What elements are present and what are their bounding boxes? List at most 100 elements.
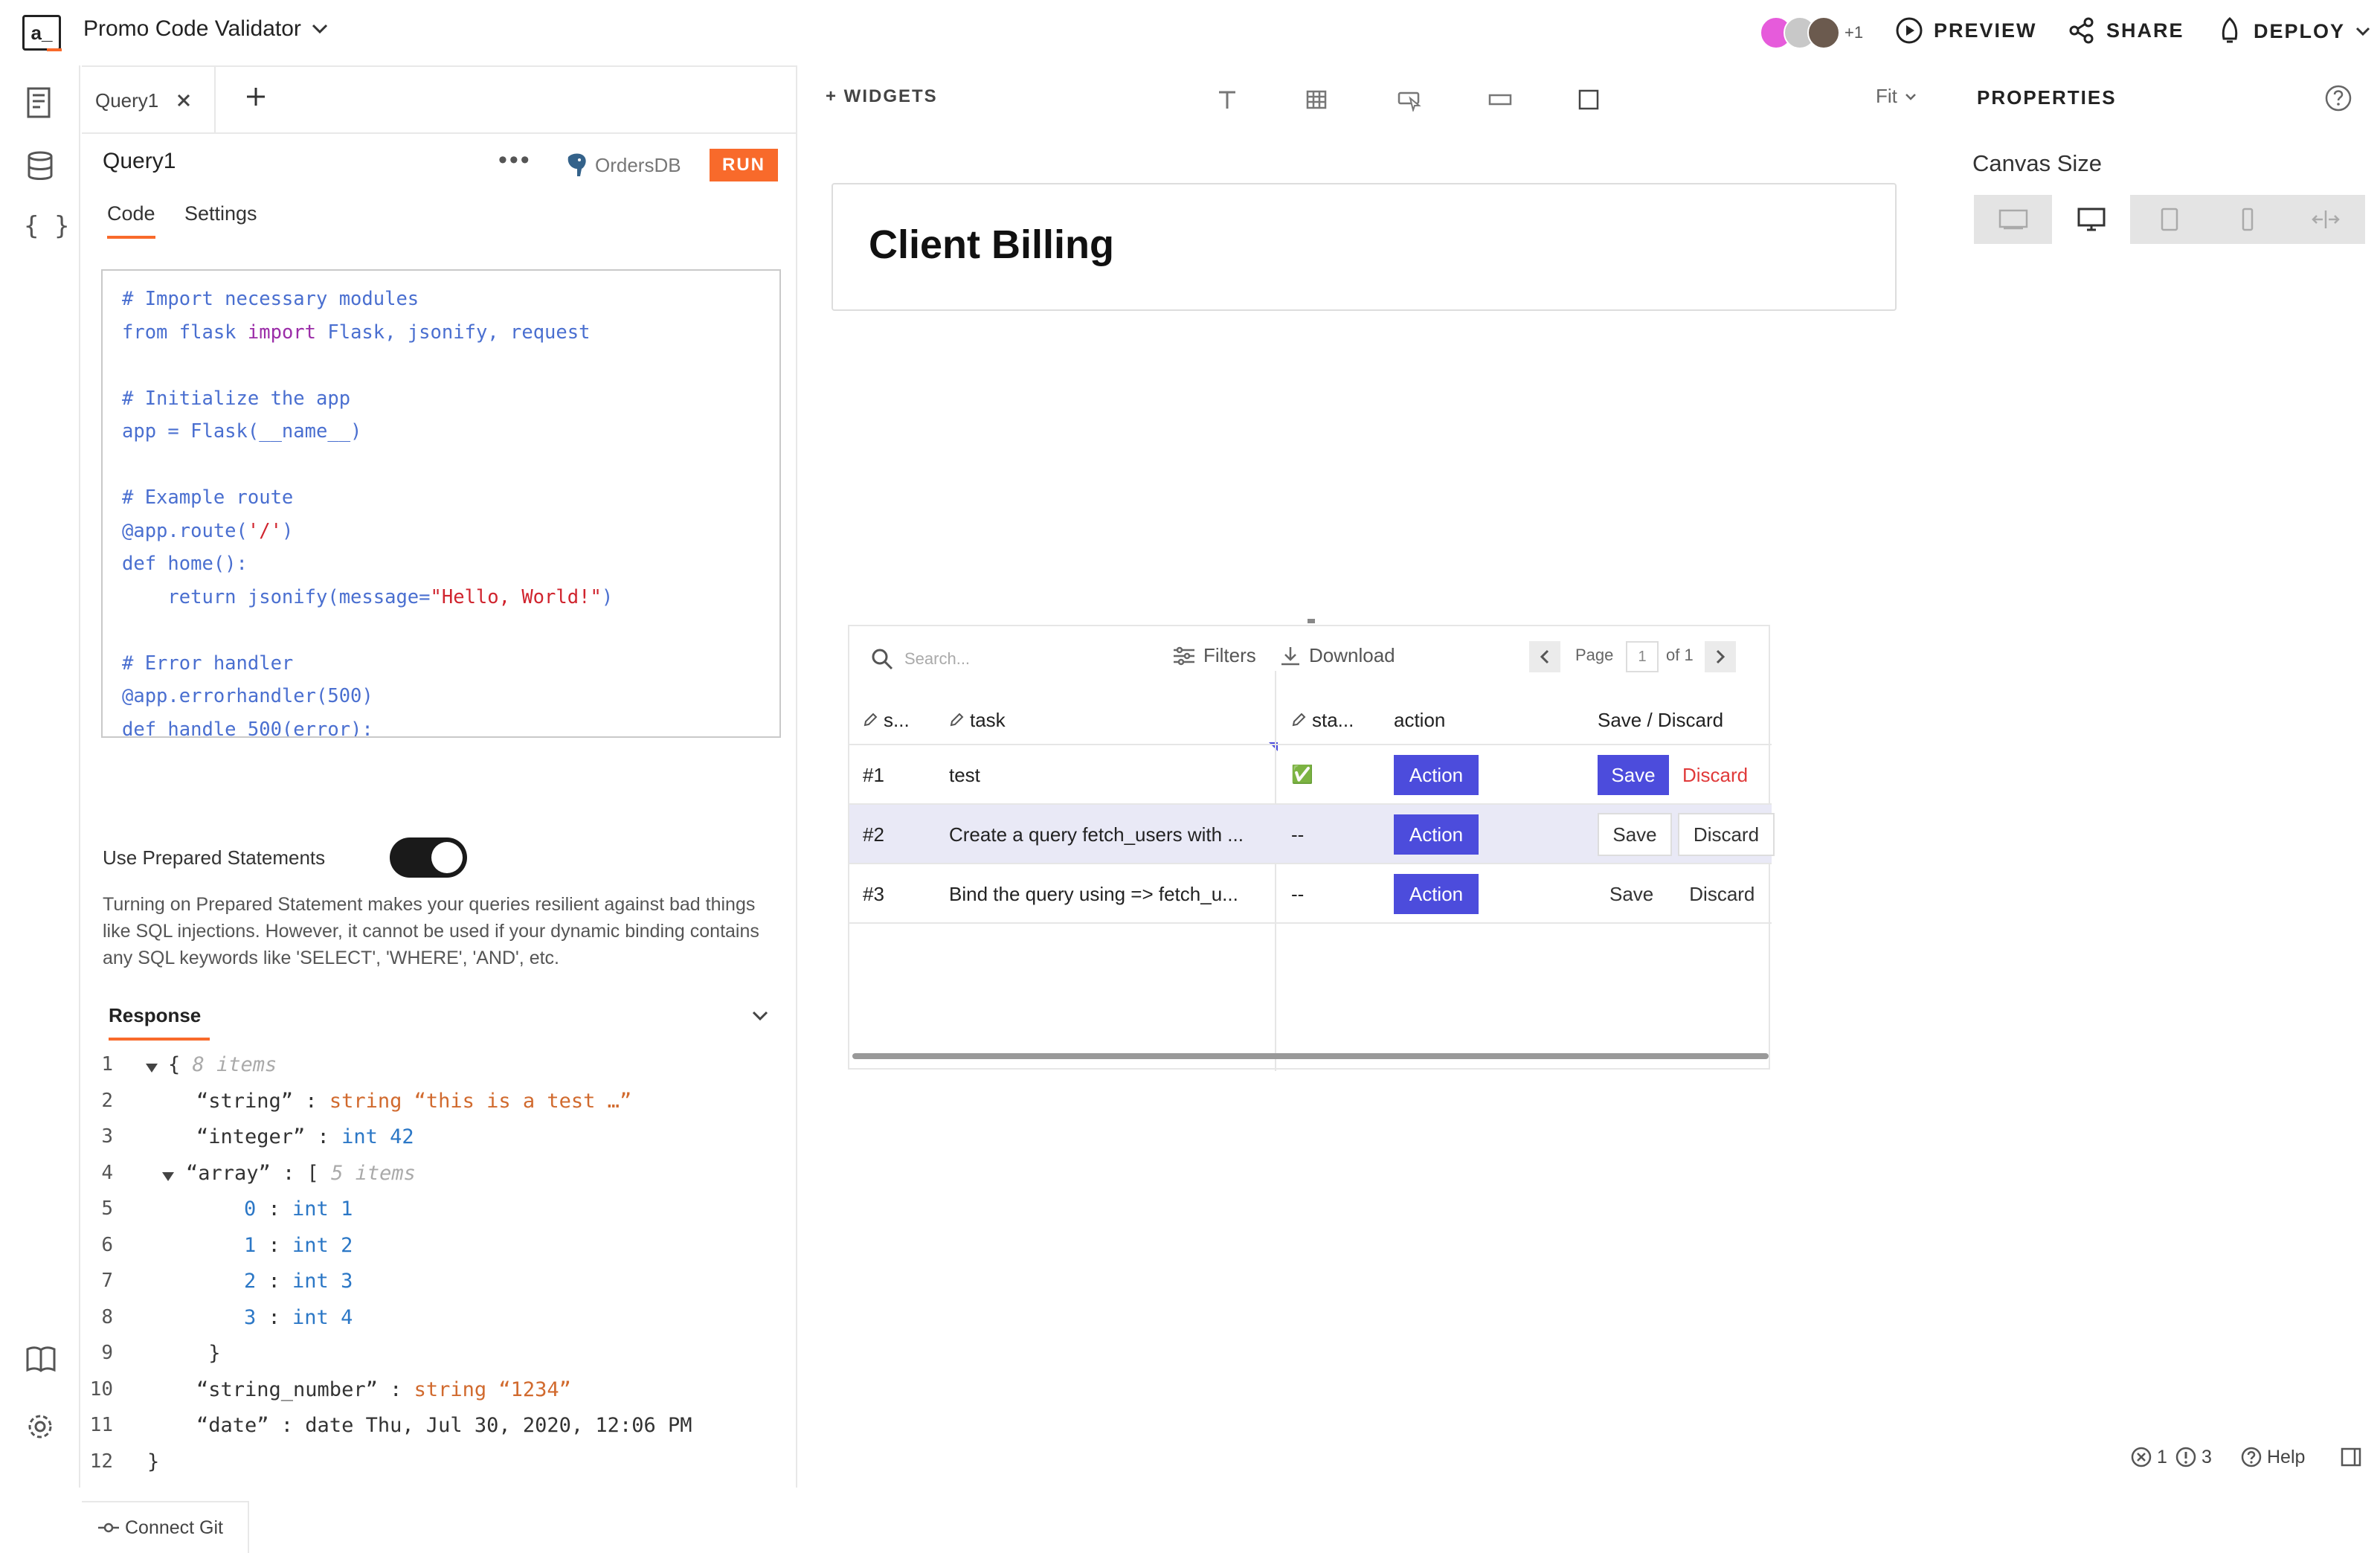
plus-icon	[247, 88, 265, 106]
text-widget-icon[interactable]	[1215, 88, 1239, 112]
discard-button[interactable]: Discard	[1678, 813, 1775, 856]
discard-button[interactable]: Discard	[1689, 883, 1755, 906]
line-number: 7	[101, 1270, 113, 1292]
mobile-option[interactable]	[2209, 195, 2287, 244]
response-line: “array” : [ 5 items	[186, 1162, 416, 1185]
app-title[interactable]: Promo Code Validator	[83, 16, 328, 42]
response-token: {	[168, 1053, 193, 1076]
action-button[interactable]: Action	[1394, 755, 1479, 795]
app-logo[interactable]: a_	[22, 15, 62, 51]
code-token: )	[281, 519, 294, 542]
column-header-save-discard[interactable]: Save / Discard	[1598, 698, 1723, 742]
column-header-status[interactable]: sta...	[1291, 698, 1354, 742]
table-widget-icon[interactable]	[1305, 88, 1328, 112]
filters-label: Filters	[1203, 644, 1256, 666]
cell-status: ✅	[1291, 745, 1312, 805]
next-page-button[interactable]	[1705, 641, 1736, 672]
pencil-icon	[950, 713, 964, 727]
cell-action: Action	[1394, 864, 1479, 924]
cell-action: Action	[1394, 745, 1479, 805]
code-line: app = Flask(__name__)	[122, 415, 760, 448]
filters-button[interactable]: Filters	[1172, 644, 1256, 667]
help-icon[interactable]	[2323, 83, 2353, 113]
save-button[interactable]: Save	[1609, 883, 1653, 906]
response-token: “string_number” :	[196, 1377, 414, 1401]
desktop-option[interactable]	[2052, 195, 2131, 244]
js-objects-icon[interactable]: { }	[24, 211, 69, 241]
large-screen-option[interactable]	[1974, 195, 2052, 244]
table-row[interactable]: #3 Bind the query using => fetch_u... --…	[849, 864, 1772, 924]
tab-settings[interactable]: Settings	[184, 202, 257, 225]
add-query-button[interactable]	[244, 85, 268, 109]
discard-button[interactable]: Discard	[1682, 764, 1748, 787]
collaborator-avatars[interactable]: +1	[1760, 16, 1863, 49]
container-widget-icon[interactable]	[1577, 88, 1601, 112]
table-row[interactable]: #2 Create a query fetch_users with ... -…	[849, 805, 1775, 864]
response-token: int 4	[292, 1305, 353, 1329]
code-token: def home():	[122, 553, 248, 575]
table-search[interactable]: Search...	[870, 647, 970, 671]
warning-count[interactable]: 3	[2175, 1446, 2212, 1468]
panel-toggle-icon[interactable]	[2340, 1446, 2362, 1468]
chevron-down-icon[interactable]	[751, 1010, 769, 1022]
connect-git-button[interactable]: Connect Git	[82, 1501, 249, 1553]
chevron-down-icon	[312, 24, 327, 34]
close-icon[interactable]	[176, 93, 191, 108]
cell-status: --	[1291, 882, 1305, 905]
fluid-option[interactable]	[2287, 195, 2365, 244]
more-options-icon[interactable]: •••	[498, 146, 532, 175]
response-token: “date” : date Thu, Jul 30, 2020, 12:06 P…	[196, 1414, 692, 1437]
share-button[interactable]: SHARE	[2068, 16, 2184, 45]
deploy-button[interactable]: DEPLOY	[2216, 16, 2370, 46]
column-header-action[interactable]: action	[1394, 698, 1445, 742]
response-token: :	[256, 1305, 293, 1329]
input-widget-icon[interactable]	[1488, 88, 1513, 112]
tab-query1[interactable]: Query1	[82, 67, 216, 134]
page-number-input[interactable]: 1	[1626, 641, 1659, 672]
run-button[interactable]: RUN	[710, 149, 778, 181]
response-line: 2 : int 3	[244, 1270, 353, 1293]
tab-code[interactable]: Code	[107, 202, 155, 239]
code-token: '/'	[247, 519, 282, 542]
resize-handle[interactable]	[1308, 619, 1315, 623]
prepared-statements-toggle[interactable]	[390, 837, 467, 878]
datasource-selector[interactable]: OrdersDB	[564, 149, 681, 181]
expand-triangle-icon[interactable]	[144, 1062, 159, 1074]
action-button[interactable]: Action	[1394, 814, 1479, 855]
save-button[interactable]: Save	[1598, 813, 1672, 856]
cell-save-discard: Save Discard	[1598, 805, 1775, 864]
preview-button[interactable]: PREVIEW	[1895, 16, 2037, 45]
prev-page-button[interactable]	[1529, 641, 1560, 672]
horizontal-scrollbar[interactable]	[852, 1053, 1769, 1059]
code-editor[interactable]: # Import necessary modules from flask imp…	[101, 269, 781, 738]
tab-label: Query1	[95, 89, 159, 112]
title-card-widget[interactable]: Client Billing	[832, 183, 1897, 311]
error-count[interactable]: 1	[2130, 1446, 2167, 1468]
tab-response[interactable]: Response	[109, 1004, 210, 1041]
column-header-id[interactable]: s...	[863, 698, 910, 742]
query-name[interactable]: Query1	[103, 149, 176, 174]
zoom-fit-dropdown[interactable]: Fit	[1876, 85, 1917, 108]
zoom-fit-label: Fit	[1876, 85, 1897, 107]
book-icon[interactable]	[25, 1345, 57, 1374]
column-header-task[interactable]: task	[949, 698, 1006, 742]
help-button[interactable]: Help	[2240, 1446, 2305, 1468]
expand-triangle-icon[interactable]	[161, 1171, 176, 1183]
tablet-option[interactable]	[2130, 195, 2208, 244]
widgets-button[interactable]: + WIDGETS	[826, 86, 938, 107]
help-label: Help	[2267, 1446, 2306, 1467]
action-button[interactable]: Action	[1394, 874, 1479, 914]
table-row[interactable]: #1 test ✅ Action Save Discard	[849, 745, 1772, 805]
button-widget-icon[interactable]	[1397, 88, 1422, 112]
download-button[interactable]: Download	[1279, 644, 1395, 667]
response-token: 0	[244, 1197, 257, 1221]
database-icon[interactable]	[25, 150, 55, 183]
pages-icon[interactable]	[25, 86, 55, 119]
gear-icon[interactable]	[25, 1412, 55, 1441]
save-button[interactable]: Save	[1598, 755, 1669, 795]
data-table-widget: Search... Filters Download Page 1 of 1 s…	[848, 625, 1775, 1071]
column-label: s...	[884, 708, 910, 731]
